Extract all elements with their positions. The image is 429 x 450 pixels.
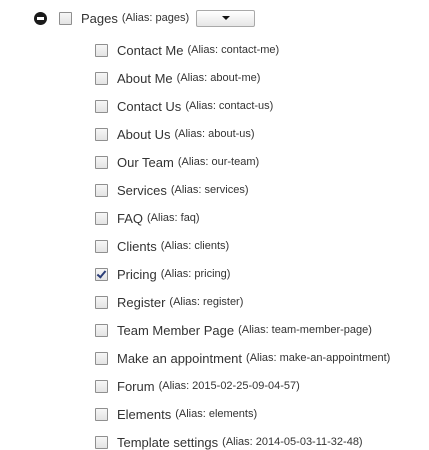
item-label: FAQ bbox=[117, 210, 144, 226]
item-label: About Me bbox=[117, 70, 173, 86]
item-label: Make an appointment bbox=[117, 350, 243, 366]
item-label: Register bbox=[117, 294, 166, 310]
item-label: Contact Us bbox=[117, 98, 182, 114]
collapse-minus-icon[interactable] bbox=[34, 11, 47, 25]
list-item: Elements (Alias: elements) bbox=[95, 400, 390, 428]
item-label: Template settings bbox=[117, 434, 219, 450]
item-alias: (Alias: elements) bbox=[175, 408, 258, 420]
item-alias: (Alias: our-team) bbox=[177, 156, 260, 168]
item-alias: (Alias: contact-us) bbox=[185, 100, 274, 112]
item-checkbox[interactable] bbox=[95, 127, 108, 141]
item-checkbox[interactable] bbox=[95, 155, 108, 169]
pages-alias: (Alias: pages) bbox=[121, 12, 190, 24]
item-alias: (Alias: pricing) bbox=[160, 268, 231, 280]
item-checkbox[interactable] bbox=[95, 267, 108, 281]
item-label: Forum bbox=[117, 378, 155, 394]
item-checkbox[interactable] bbox=[95, 239, 108, 253]
item-label: Elements bbox=[117, 406, 172, 422]
item-alias: (Alias: faq) bbox=[147, 212, 200, 224]
pages-children-list: Contact Me (Alias: contact-me) About Me … bbox=[95, 36, 390, 450]
item-alias: (Alias: 2015-02-25-09-04-57) bbox=[158, 380, 300, 392]
list-item: Services (Alias: services) bbox=[95, 176, 390, 204]
item-alias: (Alias: about-us) bbox=[174, 128, 255, 140]
item-label: Services bbox=[117, 182, 167, 198]
item-label: Clients bbox=[117, 238, 157, 254]
item-checkbox[interactable] bbox=[95, 379, 108, 393]
list-item: Contact Us (Alias: contact-us) bbox=[95, 92, 390, 120]
item-label: Pricing bbox=[117, 266, 157, 282]
item-checkbox[interactable] bbox=[95, 351, 108, 365]
list-item: FAQ (Alias: faq) bbox=[95, 204, 390, 232]
item-checkbox[interactable] bbox=[95, 183, 108, 197]
item-label: About Us bbox=[117, 126, 171, 142]
list-item: Register (Alias: register) bbox=[95, 288, 390, 316]
item-alias: (Alias: register) bbox=[169, 296, 244, 308]
item-label: Contact Me bbox=[117, 42, 184, 58]
list-item: Clients (Alias: clients) bbox=[95, 232, 390, 260]
item-alias: (Alias: clients) bbox=[160, 240, 230, 252]
list-item: Make an appointment (Alias: make-an-appo… bbox=[95, 344, 390, 372]
list-item: Forum (Alias: 2015-02-25-09-04-57) bbox=[95, 372, 390, 400]
list-item: Team Member Page (Alias: team-member-pag… bbox=[95, 316, 390, 344]
item-alias: (Alias: contact-me) bbox=[187, 44, 280, 56]
list-item: Contact Me (Alias: contact-me) bbox=[95, 36, 390, 64]
item-alias: (Alias: about-me) bbox=[176, 72, 261, 84]
list-item: About Us (Alias: about-us) bbox=[95, 120, 390, 148]
list-item: Template settings (Alias: 2014-05-03-11-… bbox=[95, 428, 390, 450]
list-item: Our Team (Alias: our-team) bbox=[95, 148, 390, 176]
item-checkbox[interactable] bbox=[95, 71, 108, 85]
list-item: Pricing (Alias: pricing) bbox=[95, 260, 390, 288]
item-checkbox[interactable] bbox=[95, 435, 108, 449]
item-checkbox[interactable] bbox=[95, 43, 108, 57]
pages-label: Pages bbox=[81, 10, 118, 26]
item-alias: (Alias: make-an-appointment) bbox=[246, 352, 391, 364]
item-checkbox[interactable] bbox=[95, 211, 108, 225]
list-item: About Me (Alias: about-me) bbox=[95, 64, 390, 92]
item-checkbox[interactable] bbox=[95, 407, 108, 421]
item-checkbox[interactable] bbox=[95, 295, 108, 309]
item-checkbox[interactable] bbox=[95, 323, 108, 337]
caret-down-icon bbox=[222, 15, 231, 20]
pages-checkbox[interactable] bbox=[59, 11, 72, 25]
item-label: Team Member Page bbox=[117, 322, 235, 338]
item-alias: (Alias: team-member-page) bbox=[238, 324, 372, 336]
item-alias: (Alias: services) bbox=[170, 184, 249, 196]
pages-options-dropdown-button[interactable] bbox=[196, 9, 256, 27]
item-alias: (Alias: 2014-05-03-11-32-48) bbox=[222, 436, 363, 448]
item-label: Our Team bbox=[117, 154, 174, 170]
item-checkbox[interactable] bbox=[95, 99, 108, 113]
tree-root-pages: Pages (Alias: pages) bbox=[34, 9, 256, 27]
